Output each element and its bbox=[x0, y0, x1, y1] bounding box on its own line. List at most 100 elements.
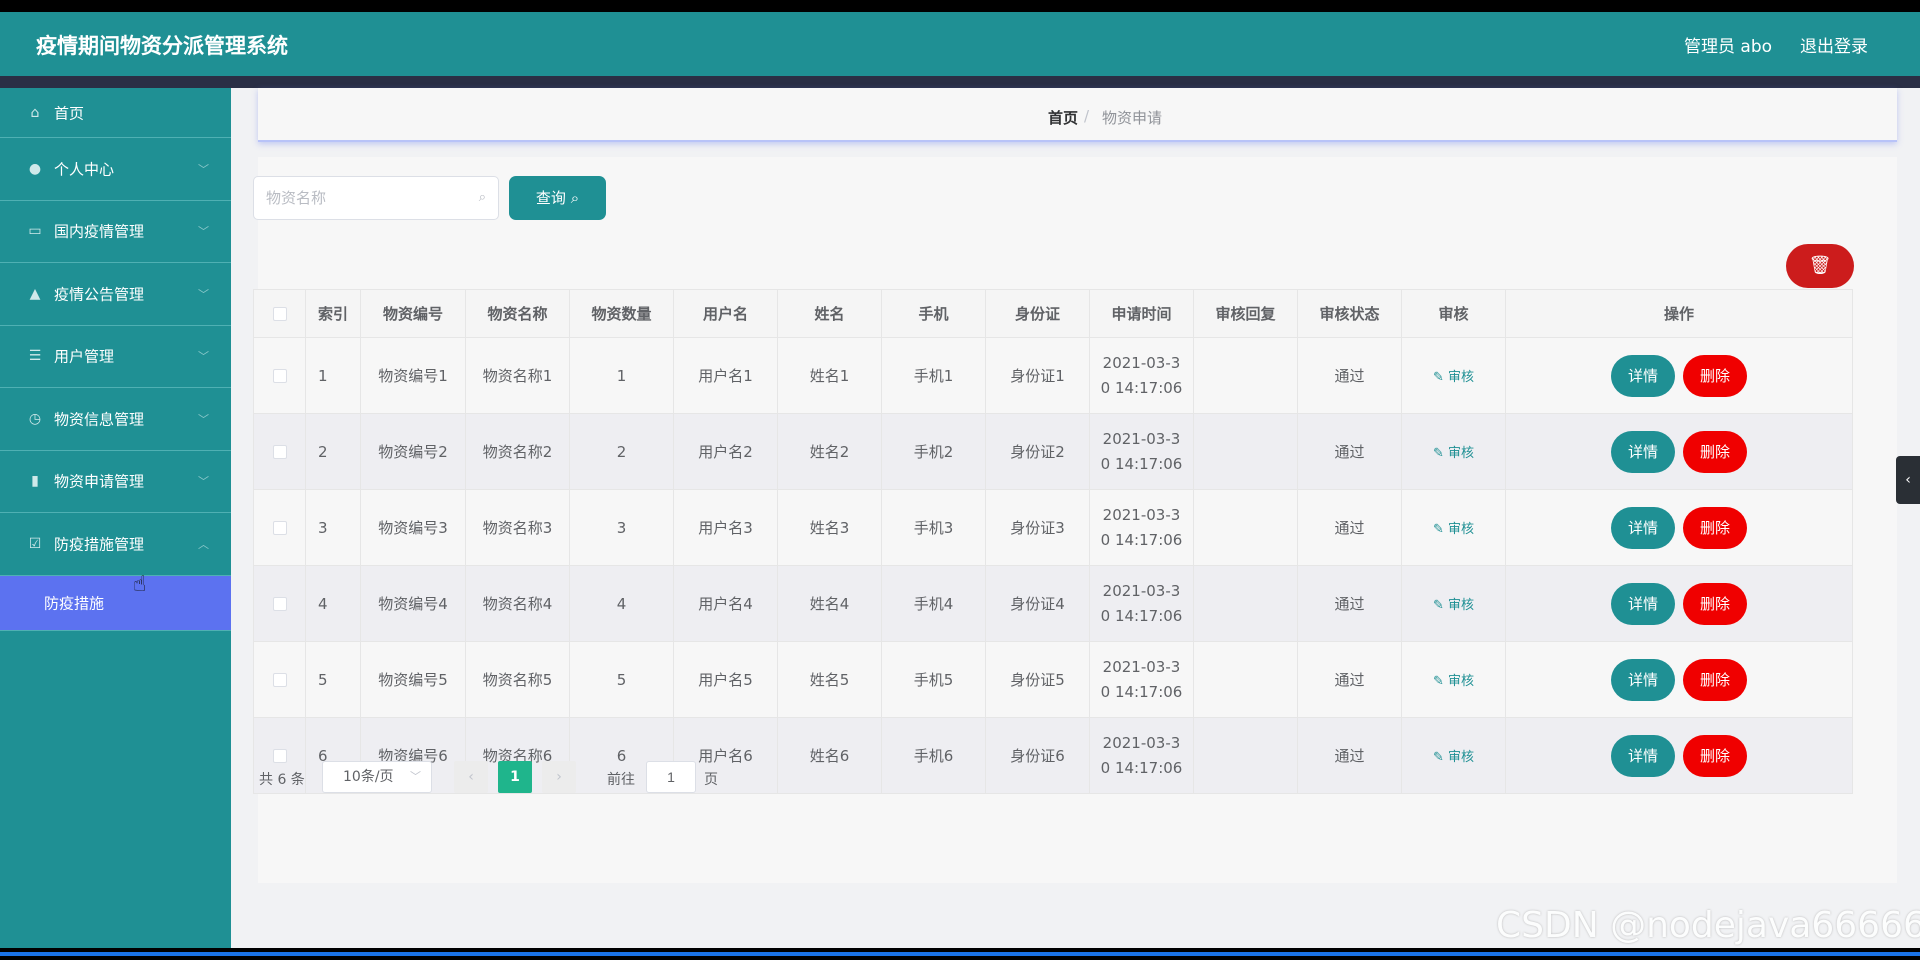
search-icon: ⌕ bbox=[570, 189, 580, 207]
page-number-button[interactable]: 1 bbox=[498, 761, 532, 793]
name-cell: 物资名称1 bbox=[465, 337, 570, 414]
audit-link[interactable]: ✎ 审核 bbox=[1433, 522, 1474, 537]
apply-time-line2: 0 14:17:06 bbox=[1100, 682, 1183, 701]
delete-button[interactable]: 删除 bbox=[1683, 734, 1747, 777]
reply-cell bbox=[1193, 641, 1298, 718]
app-window: 疫情期间物资分派管理系统 管理员 abo 退出登录 ⌂ 首页 ● 个人中心 ﹀ … bbox=[0, 0, 1920, 960]
realname-cell: 姓名4 bbox=[777, 565, 882, 642]
row-checkbox[interactable] bbox=[272, 445, 287, 459]
edit-icon: ✎ bbox=[1432, 446, 1448, 461]
apply-time-cell: 2021-03-3 0 14:17:06 bbox=[1089, 413, 1194, 490]
chevron-down-icon: ﹀ bbox=[198, 287, 209, 301]
audit-link[interactable]: ✎ 审核 bbox=[1433, 446, 1474, 461]
top-header: 疫情期间物资分派管理系统 管理员 abo 退出登录 bbox=[0, 12, 1920, 76]
username-cell: 用户名1 bbox=[673, 337, 778, 414]
chevron-up-icon: ︿ bbox=[198, 537, 209, 551]
next-page-button[interactable]: › bbox=[542, 761, 576, 793]
column-header: 操作 bbox=[1505, 289, 1853, 338]
audit-label: 审核 bbox=[1448, 522, 1475, 537]
chevron-down-icon: ﹀ bbox=[198, 225, 209, 239]
apply-time-line1: 2021-03-3 bbox=[1102, 505, 1181, 524]
collapse-panel-tab[interactable]: ‹ bbox=[1896, 456, 1920, 504]
audit-label: 审核 bbox=[1448, 370, 1475, 385]
audit-label: 审核 bbox=[1448, 598, 1475, 613]
audit-link[interactable]: ✎ 审核 bbox=[1433, 598, 1474, 613]
apply-time-line2: 0 14:17:06 bbox=[1100, 454, 1183, 473]
username-cell: 用户名5 bbox=[673, 641, 778, 718]
audit-link[interactable]: ✎ 审核 bbox=[1433, 370, 1474, 385]
column-header: 身份证 bbox=[985, 289, 1090, 338]
row-checkbox[interactable] bbox=[272, 597, 287, 611]
qty-cell: 5 bbox=[569, 641, 674, 718]
sidebar-item-prevention[interactable]: ☑ 防疫措施管理 ︿ bbox=[0, 513, 231, 576]
page-size-value: 10条/页 bbox=[343, 769, 394, 785]
qty-cell: 2 bbox=[569, 413, 674, 490]
batch-delete-button[interactable]: 🗑 bbox=[1786, 244, 1854, 288]
table-row: 1 物资编号1 物资名称1 1 用户名1 姓名1 手机1 身份证1 2021-03-3 0 14:… bbox=[253, 337, 1853, 414]
apply-time-line1: 2021-03-3 bbox=[1102, 733, 1181, 752]
page-size-select[interactable]: 10条/页 ﹀ bbox=[322, 761, 432, 793]
realname-cell: 姓名2 bbox=[777, 413, 882, 490]
apply-time-line2: 0 14:17:06 bbox=[1100, 758, 1183, 777]
sidebar-item-users[interactable]: ☰ 用户管理 ﹀ bbox=[0, 326, 231, 388]
detail-button[interactable]: 详情 bbox=[1611, 734, 1675, 777]
sidebar-item-domestic[interactable]: ▭ 国内疫情管理 ﹀ bbox=[0, 201, 231, 263]
index-cell: 3 bbox=[305, 489, 361, 566]
column-header: 申请时间 bbox=[1089, 289, 1194, 338]
delete-button[interactable]: 删除 bbox=[1683, 430, 1747, 473]
sidebar-item-material-apply[interactable]: ▮ 物资申请管理 ﹀ bbox=[0, 451, 231, 513]
status-cell: 通过 bbox=[1297, 337, 1402, 414]
hand-cursor-icon: ☝ bbox=[133, 572, 147, 597]
sidebar-subitem-prevention[interactable]: 防疫措施 bbox=[0, 575, 231, 631]
logout-link[interactable]: 退出登录 bbox=[1800, 32, 1868, 57]
delete-button[interactable]: 删除 bbox=[1683, 582, 1747, 625]
table-row: 3 物资编号3 物资名称3 3 用户名3 姓名3 手机3 身份证3 2021-03-3 0 14:… bbox=[253, 489, 1853, 566]
index-cell: 1 bbox=[305, 337, 361, 414]
row-checkbox[interactable] bbox=[272, 749, 287, 763]
delete-button[interactable]: 删除 bbox=[1683, 506, 1747, 549]
sidebar-item-label: 物资申请管理 bbox=[54, 472, 145, 491]
row-checkbox[interactable] bbox=[272, 673, 287, 687]
row-checkbox[interactable] bbox=[272, 369, 287, 383]
name-cell: 物资名称3 bbox=[465, 489, 570, 566]
select-all-header bbox=[253, 289, 306, 338]
detail-button[interactable]: 详情 bbox=[1611, 506, 1675, 549]
delete-button[interactable]: 删除 bbox=[1683, 354, 1747, 397]
sidebar-item-announce[interactable]: ▲ 疫情公告管理 ﹀ bbox=[0, 263, 231, 326]
audit-cell: ✎ 审核 bbox=[1401, 413, 1506, 490]
detail-button[interactable]: 详情 bbox=[1611, 354, 1675, 397]
sidebar-item-personal[interactable]: ● 个人中心 ﹀ bbox=[0, 138, 231, 201]
realname-cell: 姓名5 bbox=[777, 641, 882, 718]
bottom-progress-line bbox=[0, 952, 1920, 956]
select-all-checkbox[interactable] bbox=[272, 307, 287, 321]
search-icon: ⌕ bbox=[478, 190, 486, 205]
search-input[interactable] bbox=[266, 177, 466, 219]
detail-button[interactable]: 详情 bbox=[1611, 582, 1675, 625]
actions-cell: 详情 删除 bbox=[1505, 565, 1853, 642]
audit-link[interactable]: ✎ 审核 bbox=[1433, 674, 1474, 689]
column-header: 物资数量 bbox=[569, 289, 674, 338]
sidebar-item-home[interactable]: ⌂ 首页 bbox=[0, 88, 231, 138]
delete-button[interactable]: 删除 bbox=[1683, 658, 1747, 701]
goto-page-input[interactable] bbox=[646, 761, 696, 793]
checkbox-icon: ☑ bbox=[28, 535, 42, 552]
phone-cell: 手机3 bbox=[881, 489, 986, 566]
breadcrumb-home[interactable]: 首页 bbox=[1048, 107, 1078, 128]
row-select-cell bbox=[253, 565, 306, 642]
column-header: 审核回复 bbox=[1193, 289, 1298, 338]
sliders-icon: ☰ bbox=[28, 348, 42, 365]
actions-cell: 详情 删除 bbox=[1505, 717, 1853, 794]
row-checkbox[interactable] bbox=[272, 521, 287, 535]
detail-button[interactable]: 详情 bbox=[1611, 430, 1675, 473]
sidebar-item-material-info[interactable]: ◷ 物资信息管理 ﹀ bbox=[0, 388, 231, 451]
query-button[interactable]: 查询 ⌕ bbox=[509, 176, 606, 220]
idcard-cell: 身份证6 bbox=[985, 717, 1090, 794]
phone-cell: 手机2 bbox=[881, 413, 986, 490]
detail-button[interactable]: 详情 bbox=[1611, 658, 1675, 701]
person-icon: ▲ bbox=[29, 285, 41, 302]
actions-cell: 详情 删除 bbox=[1505, 489, 1853, 566]
sidebar-item-label: 个人中心 bbox=[54, 160, 115, 179]
prev-page-button[interactable]: ‹ bbox=[454, 761, 488, 793]
audit-link[interactable]: ✎ 审核 bbox=[1433, 750, 1474, 765]
data-table: 索引 物资编号 物资名称 物资数量 用户名 姓名 手机 身份证 申请时间 审核回… bbox=[253, 289, 1853, 794]
